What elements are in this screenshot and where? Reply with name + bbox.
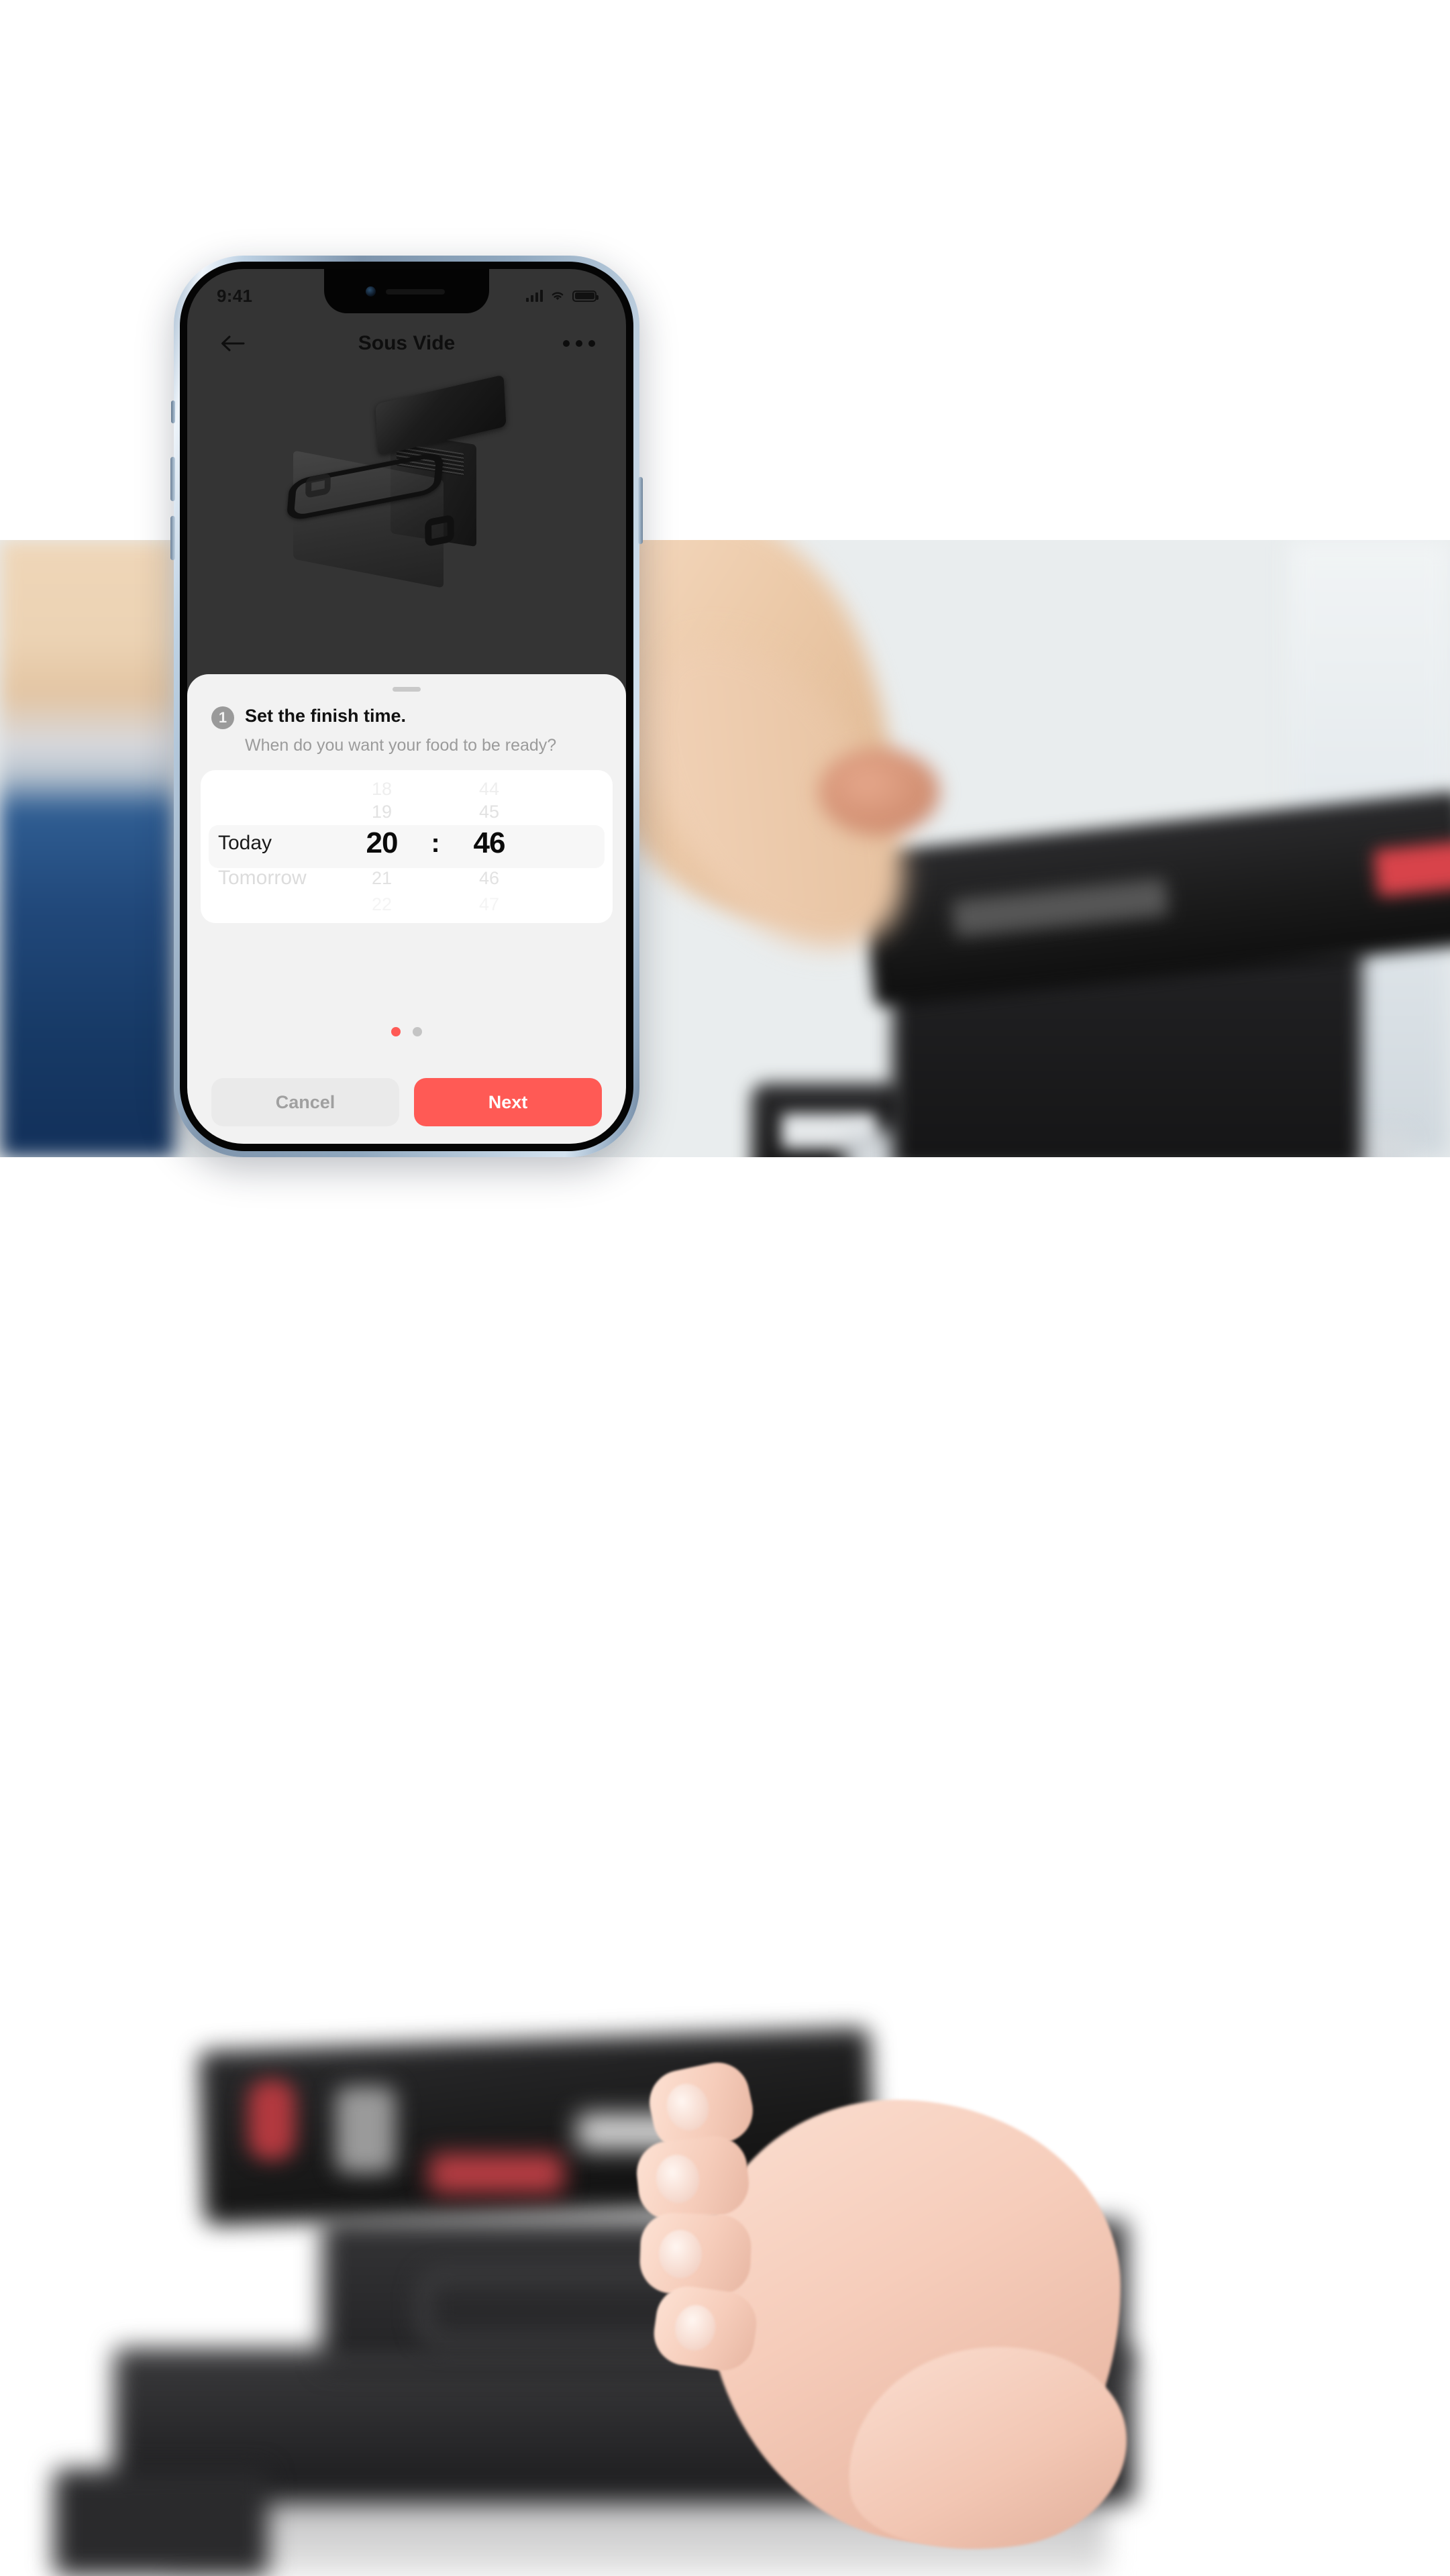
photo-device-red-accent	[1373, 840, 1450, 898]
hand-holding-phone	[633, 1986, 1248, 2576]
picker-day-below: Tomorrow	[218, 867, 307, 889]
status-time: 9:41	[217, 285, 253, 306]
picker-day-below-2	[218, 893, 342, 916]
sheet-actions: Cancel Next	[187, 1078, 626, 1126]
photo-panel-grey-button	[335, 2086, 396, 2174]
volume-down-button[interactable]	[170, 516, 175, 560]
picker-colon: :	[431, 828, 440, 858]
photo-fingers	[819, 748, 939, 835]
picker-hour-selected: 20	[366, 826, 399, 859]
page-dot-2[interactable]	[413, 1027, 422, 1036]
picker-minute-above-1: 45	[478, 802, 500, 822]
page-dot-1[interactable]	[391, 1027, 401, 1036]
page-title: Sous Vide	[358, 332, 456, 354]
iphone-device-top: 9:41 Sous Vide 1 Set the finish time. Wh…	[170, 256, 643, 1157]
sheet-grabber-handle[interactable]	[393, 687, 421, 692]
picker-day-selected: Today	[218, 832, 272, 854]
time-picker[interactable]: Today Tomorrow 18 19 20 21 22: 44 45 46…	[201, 770, 613, 923]
picker-column-day[interactable]: Today Tomorrow	[201, 770, 342, 923]
front-camera-icon	[366, 286, 376, 297]
photo-person-blur	[0, 540, 174, 1157]
cancel-button[interactable]: Cancel	[211, 1078, 399, 1126]
picker-minute-below-1: 46	[478, 868, 500, 888]
page-indicator	[187, 1027, 626, 1036]
wifi-icon	[550, 290, 566, 302]
photo-panel-red-button	[248, 2080, 295, 2160]
more-horizontal-icon[interactable]	[563, 340, 595, 347]
sheet-title: Set the finish time.	[245, 706, 407, 726]
status-indicators	[525, 290, 599, 302]
silence-switch[interactable]	[171, 400, 175, 423]
volume-up-button[interactable]	[170, 457, 175, 501]
picker-minute-below-2: 47	[478, 894, 500, 914]
bottom-composition: Your Food is Ready! The cooking time has…	[0, 1449, 1450, 2576]
fingernail-ring	[659, 2230, 702, 2278]
picker-hour-above-1: 19	[371, 802, 393, 822]
nav-bar: Sous Vide	[187, 313, 626, 374]
phone-screen-top: 9:41 Sous Vide 1 Set the finish time. Wh…	[187, 269, 626, 1144]
picker-day-above-2	[218, 800, 342, 823]
picker-minute-above-2: 44	[478, 779, 500, 799]
picker-column-minute[interactable]: 44 45 46 46 47	[449, 770, 529, 923]
earpiece-speaker	[386, 289, 445, 294]
photo-device-foot	[54, 2469, 268, 2576]
power-button[interactable]	[638, 477, 643, 544]
notch	[324, 269, 489, 313]
step-number-badge: 1	[211, 706, 234, 729]
picker-separator: :	[422, 777, 449, 916]
bottom-sheet: 1 Set the finish time. When do you want …	[187, 674, 626, 1144]
picker-day-above	[218, 777, 342, 800]
top-composition: 9:41 Sous Vide 1 Set the finish time. Wh…	[0, 0, 1450, 1194]
picker-hour-above-2: 18	[371, 779, 393, 799]
picker-column-hour[interactable]: 18 19 20 21 22	[342, 770, 422, 923]
sheet-header: 1 Set the finish time.	[187, 692, 626, 729]
sous-vide-hero-image	[187, 370, 626, 638]
battery-icon	[572, 290, 599, 302]
photo-panel-red-label	[429, 2153, 564, 2194]
cellular-signal-icon	[525, 290, 543, 302]
picker-minute-selected: 46	[473, 826, 506, 859]
picker-hour-below-1: 21	[371, 868, 393, 888]
sheet-subtitle: When do you want your food to be ready?	[245, 736, 557, 755]
picker-hour-below-2: 22	[371, 894, 393, 914]
next-button[interactable]: Next	[414, 1078, 602, 1126]
arrow-left-icon[interactable]	[218, 333, 246, 354]
